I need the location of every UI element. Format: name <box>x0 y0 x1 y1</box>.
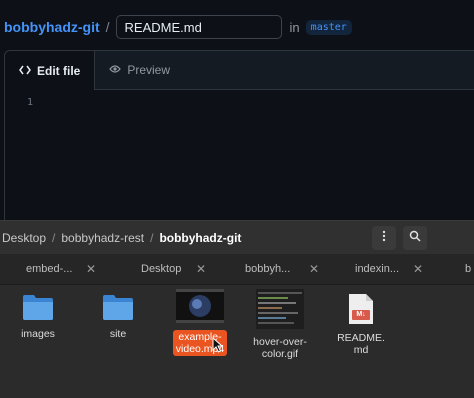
in-label: in <box>289 19 300 35</box>
kebab-menu-icon <box>382 229 386 247</box>
tab-edit-file[interactable]: Edit file <box>5 51 96 90</box>
breadcrumb-separator: / <box>105 19 110 35</box>
editor-tabs: Edit file Preview <box>5 51 474 90</box>
file-name-line2: md <box>353 344 369 356</box>
file-manager-header: Desktop / bobbyhadz-rest / bobbyhadz-git <box>0 221 474 254</box>
file-manager-tabs: embed-... ✕ Desktop ✕ bobbyh... ✕ indexi… <box>0 254 474 285</box>
tab-preview[interactable]: Preview <box>95 51 184 89</box>
file-name-line1: README. <box>337 332 385 344</box>
code-icon <box>19 64 31 78</box>
selected-file-caption: example- video.mp4 <box>165 330 235 356</box>
tab-overflow[interactable]: b <box>465 254 471 284</box>
menu-button[interactable] <box>372 226 396 250</box>
editor-panel: Edit file Preview 1 <box>4 50 474 220</box>
file-name-line1: hover-over- <box>253 336 307 348</box>
filename-input[interactable] <box>115 15 282 39</box>
search-button[interactable] <box>403 226 427 250</box>
tab-label: Desktop <box>141 263 182 275</box>
gif-thumbnail-icon <box>256 289 304 333</box>
tab-bobbyhadz[interactable]: bobbyh... <box>245 254 290 284</box>
folder-icon <box>102 295 134 325</box>
tab-preview-label: Preview <box>127 63 171 77</box>
line-number: 1 <box>27 97 34 108</box>
video-thumbnail-icon <box>176 289 224 327</box>
file-item-images[interactable]: images <box>3 293 73 340</box>
tab-edit-file-label: Edit file <box>37 63 81 78</box>
path-separator: / <box>52 230 56 245</box>
path-segment-current[interactable]: bobbyhadz-git <box>159 231 241 245</box>
tab-label: b <box>465 263 472 275</box>
breadcrumb: bobbyhadz-git / in master <box>4 14 352 40</box>
file-name-line2: color.gif <box>261 348 299 360</box>
file-item-hover-over-color[interactable]: hover-over- color.gif <box>245 289 315 360</box>
search-icon <box>409 229 421 247</box>
file-item-readme[interactable]: M↓ README. md <box>326 293 396 356</box>
branch-badge[interactable]: master <box>305 19 352 35</box>
file-name: hover-over- color.gif <box>245 336 315 360</box>
github-editor: bobbyhadz-git / in master Edit file Prev… <box>0 0 474 220</box>
path-separator: / <box>150 230 154 245</box>
markdown-file-icon: M↓ <box>348 293 374 325</box>
tab-embed[interactable]: embed-... <box>26 254 72 284</box>
tab-index[interactable]: indexin... <box>355 254 399 284</box>
mouse-cursor-icon <box>212 336 224 358</box>
folder-icon <box>22 295 54 325</box>
path-segment-bobbyhadz-rest[interactable]: bobbyhadz-rest <box>61 231 144 245</box>
tab-desktop[interactable]: Desktop <box>141 254 181 284</box>
repo-link[interactable]: bobbyhadz-git <box>4 19 100 35</box>
file-name: README. md <box>326 332 396 356</box>
file-item-site[interactable]: site <box>83 293 153 340</box>
path-segment-desktop[interactable]: Desktop <box>2 231 46 245</box>
file-name: images <box>21 328 55 340</box>
tab-label: bobbyh... <box>245 263 291 275</box>
file-grid: images site example- video.mp4 hover-ove… <box>0 285 474 398</box>
file-name: site <box>109 328 127 340</box>
file-item-example-video[interactable]: example- video.mp4 <box>165 289 235 356</box>
tab-label: embed-... <box>26 263 73 275</box>
file-manager-window: Desktop / bobbyhadz-rest / bobbyhadz-git… <box>0 220 474 398</box>
path-bar: Desktop / bobbyhadz-rest / bobbyhadz-git <box>2 231 241 245</box>
markdown-badge: M↓ <box>356 311 366 318</box>
tab-label: indexin... <box>355 263 400 275</box>
eye-icon <box>109 63 122 77</box>
